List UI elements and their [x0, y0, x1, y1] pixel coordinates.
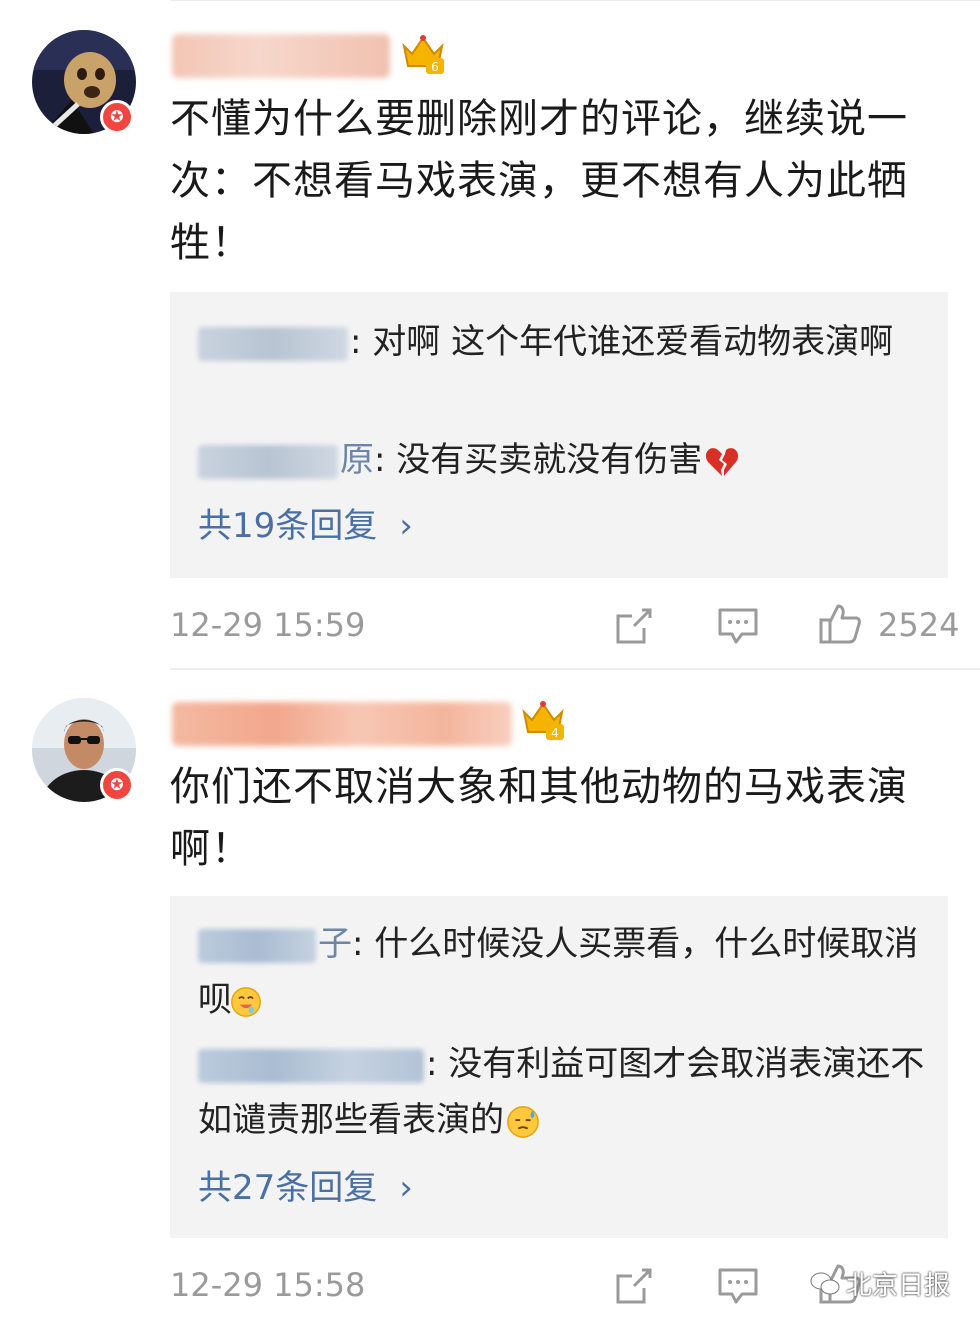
comment-text: 不懂为什么要删除刚才的评论，继续说一次：不想看马戏表演，更不想有人为此牺牲！ — [170, 96, 908, 266]
reply-item[interactable]: : 没有利益可图才会取消表演还不如谴责那些看表演的 — [198, 1036, 928, 1148]
reply-username-blurred[interactable] — [198, 928, 316, 963]
chevron-right-icon: › — [399, 1168, 413, 1208]
more-replies-link[interactable]: 共27条回复 › — [198, 1160, 413, 1216]
username-blurred[interactable] — [172, 702, 512, 746]
wechat-logo-icon — [810, 1272, 840, 1294]
reply-username-suffix[interactable]: 原 — [340, 440, 374, 480]
comment-divider — [170, 668, 980, 670]
svg-text:4: 4 — [551, 726, 559, 740]
comment-text: 你们还不取消大象和其他动物的马戏表演啊！ — [170, 764, 908, 872]
crown-icon: 6 — [402, 35, 444, 74]
reply-username-suffix[interactable]: 子 — [318, 924, 352, 964]
chevron-right-icon: › — [399, 506, 413, 546]
comment-icon[interactable] — [716, 1264, 760, 1308]
reply-text: : 没有买卖就没有伤害 — [374, 440, 703, 480]
reply-text: : 对啊 这个年代谁还爱看动物表演啊 — [350, 322, 894, 362]
verified-badge-icon: ✪ — [100, 100, 134, 134]
broken-heart-icon — [706, 447, 739, 476]
more-replies-label: 共27条回复 — [198, 1168, 378, 1208]
top-divider — [170, 0, 980, 1]
share-icon[interactable] — [612, 1264, 656, 1308]
comment-time: 12-29 15:59 — [170, 606, 366, 644]
comment-icon[interactable] — [716, 604, 760, 648]
reply-username-blurred[interactable] — [198, 1048, 424, 1083]
verified-badge-icon: ✪ — [100, 768, 134, 802]
watermark-text: 北京日报 — [845, 1271, 950, 1301]
like-count: 2524 — [878, 606, 960, 644]
crown-icon: 4 — [522, 701, 564, 740]
share-icon[interactable] — [612, 604, 656, 648]
more-replies-link[interactable]: 共19条回复 › — [198, 498, 413, 554]
reply-box[interactable]: : 对啊 这个年代谁还爱看动物表演啊 原: 没有买卖就没有伤害 共19条回复 › — [170, 292, 948, 578]
reply-item[interactable]: 子: 什么时候没人买票看，什么时候取消呗 — [198, 916, 928, 1028]
reply-item[interactable]: : 对啊 这个年代谁还爱看动物表演啊 — [198, 314, 928, 370]
drool-face-icon — [231, 986, 261, 1017]
reply-box[interactable]: 子: 什么时候没人买票看，什么时候取消呗 : 没有利益可图才会取消表演还不如谴责… — [170, 896, 948, 1238]
like-icon[interactable] — [818, 602, 862, 646]
reply-item[interactable]: 原: 没有买卖就没有伤害 — [198, 432, 928, 488]
comment-time: 12-29 15:58 — [170, 1266, 366, 1304]
username-blurred[interactable] — [172, 34, 390, 78]
reply-username-blurred[interactable] — [198, 326, 348, 361]
svg-text:6: 6 — [431, 60, 439, 74]
more-replies-label: 共19条回复 — [198, 506, 378, 546]
reply-username-blurred[interactable] — [198, 444, 338, 479]
sweat-face-icon — [507, 1105, 539, 1138]
watermark: 北京日报 — [810, 1265, 950, 1302]
